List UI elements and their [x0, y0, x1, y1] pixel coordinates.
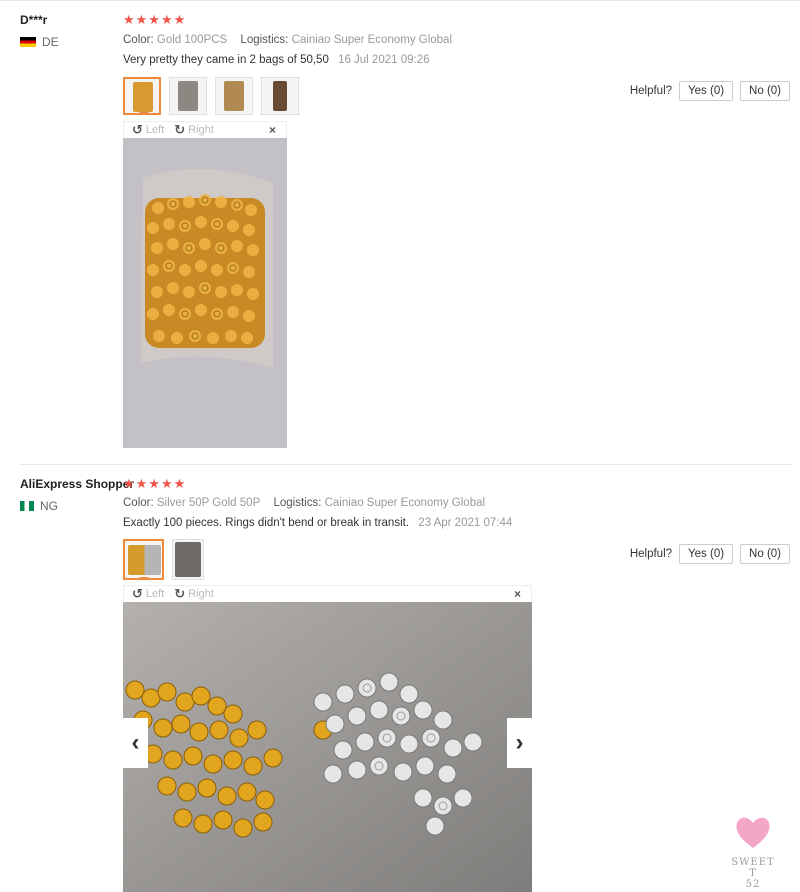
color-label: Color:	[123, 497, 154, 509]
photo-thumbnail[interactable]	[123, 539, 164, 580]
rotate-right-label: Right	[188, 124, 214, 136]
photo-thumbnail[interactable]	[123, 77, 161, 115]
flag-de-icon	[20, 37, 36, 47]
review-attributes: Color: Silver 50P Gold 50P Logistics: Ca…	[123, 497, 495, 509]
review-photo: ‹ ›	[123, 602, 532, 892]
helpful-yes-button[interactable]: Yes (0)	[679, 544, 734, 564]
rotate-left-label: Left	[145, 124, 165, 136]
star-rating: ★★★★★	[123, 476, 187, 491]
rotate-left-button[interactable]: ↺ Left	[132, 586, 164, 602]
photo-thumbnail[interactable]	[215, 77, 253, 115]
review-attributes: Color: Gold 100PCS Logistics: Cainiao Su…	[123, 34, 462, 46]
helpful-label: Helpful?	[629, 548, 673, 560]
country-code: NG	[40, 499, 58, 513]
photo-viewer: ↺ Left ↻ Right ×	[123, 585, 532, 892]
watermark-line-2: 52	[745, 879, 761, 890]
photo-viewer: ↺ Left ↻ Right ×	[123, 121, 287, 448]
rotate-right-icon: ↻	[174, 122, 186, 137]
helpful-no-button[interactable]: No (0)	[740, 544, 790, 564]
flag-ng-icon	[20, 501, 34, 511]
helpful-no-button[interactable]: No (0)	[740, 81, 790, 101]
logistics-value: Cainiao Super Economy Global	[324, 497, 486, 509]
review-photo	[123, 138, 287, 448]
review-text: Exactly 100 pieces. Rings didn't bend or…	[123, 517, 512, 529]
star-rating: ★★★★★	[123, 12, 187, 27]
helpful-vote: Helpful? Yes (0) No (0)	[630, 544, 790, 564]
photo-thumbnails	[123, 77, 299, 115]
viewer-toolbar: ↺ Left ↻ Right ×	[123, 121, 287, 138]
reviewer-country: DE	[20, 35, 59, 49]
close-icon[interactable]: ×	[514, 587, 521, 601]
rotate-right-button[interactable]: ↻ Right	[174, 586, 214, 602]
rotate-left-label: Left	[145, 588, 165, 600]
color-value: Silver 50P Gold 50P	[156, 497, 261, 509]
review-date: 16 Jul 2021 09:26	[338, 54, 430, 66]
review-body: Very pretty they came in 2 bags of 50,50	[123, 54, 329, 66]
logistics-value: Cainiao Super Economy Global	[291, 34, 453, 46]
color-label: Color:	[123, 34, 154, 46]
close-icon[interactable]: ×	[269, 123, 276, 137]
previous-photo-button[interactable]: ‹	[123, 718, 148, 768]
heart-logo-icon	[736, 817, 770, 848]
viewer-toolbar: ↺ Left ↻ Right ×	[123, 585, 532, 602]
reviewer-name: AliExpress Shopper	[20, 477, 135, 491]
rotate-left-button[interactable]: ↺ Left	[132, 122, 164, 138]
helpful-vote: Helpful? Yes (0) No (0)	[630, 81, 790, 101]
gold-and-silver-rings-image	[123, 602, 532, 892]
next-photo-button[interactable]: ›	[507, 718, 532, 768]
country-code: DE	[42, 35, 59, 49]
reviewer-name: D***r	[20, 13, 48, 27]
color-value: Gold 100PCS	[156, 34, 228, 46]
reviewer-country: NG	[20, 499, 58, 513]
rotate-right-icon: ↻	[174, 586, 186, 601]
review-date: 23 Apr 2021 07:44	[418, 517, 513, 529]
bag-of-gold-rings-image	[123, 138, 287, 448]
helpful-label: Helpful?	[629, 85, 673, 97]
rotate-right-label: Right	[188, 588, 214, 600]
photo-thumbnail[interactable]	[169, 77, 207, 115]
photo-thumbnail[interactable]	[172, 539, 204, 580]
logistics-label: Logistics:	[240, 34, 289, 46]
watermark-line-1: SWEET T	[731, 857, 775, 879]
helpful-yes-button[interactable]: Yes (0)	[679, 81, 734, 101]
rotate-right-button[interactable]: ↻ Right	[174, 122, 214, 138]
top-divider	[0, 0, 800, 1]
watermark: SWEET T 52	[726, 812, 780, 890]
review-separator	[20, 464, 792, 465]
logistics-label: Logistics:	[273, 497, 322, 509]
review-text: Very pretty they came in 2 bags of 50,50…	[123, 54, 430, 66]
review-body: Exactly 100 pieces. Rings didn't bend or…	[123, 517, 410, 529]
rotate-left-icon: ↺	[132, 586, 143, 601]
rotate-left-icon: ↺	[132, 122, 143, 137]
photo-thumbnails	[123, 539, 204, 580]
photo-thumbnail[interactable]	[261, 77, 299, 115]
